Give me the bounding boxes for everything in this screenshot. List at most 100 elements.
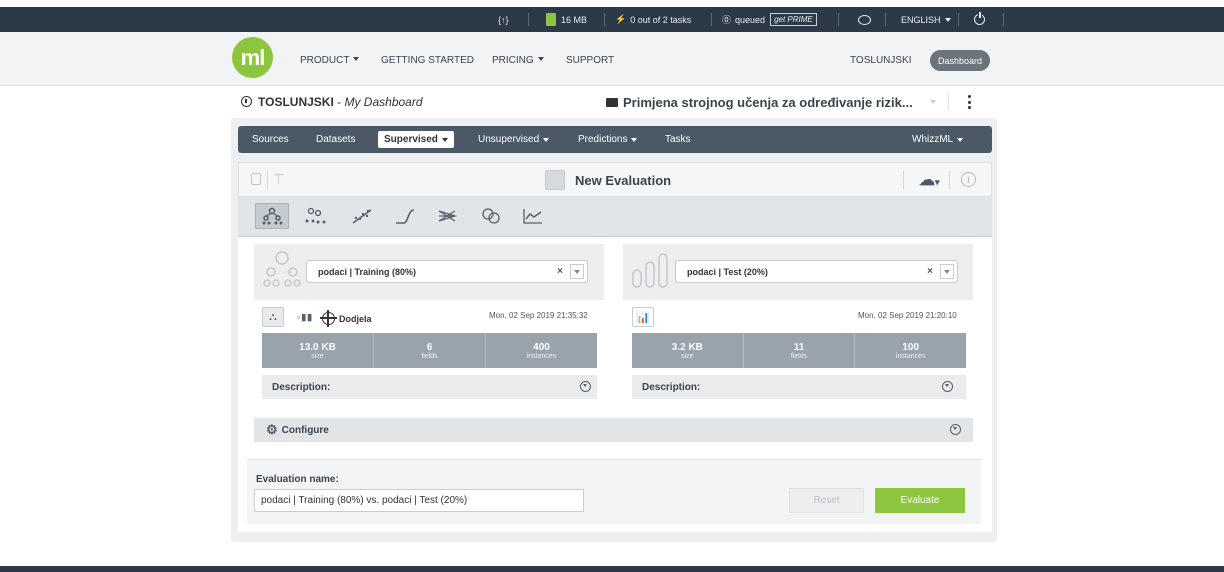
reset-button[interactable]: Reset (789, 488, 864, 513)
configure-section[interactable]: ⚙ Configure (254, 418, 973, 442)
dropdown-icon[interactable] (940, 264, 954, 279)
breadcrumb: TOSLUNJSKI - My Dashboard (241, 95, 423, 109)
bar-chart-icon[interactable]: ▫▮▮ (297, 312, 313, 323)
chevron-down-icon (543, 137, 550, 142)
license-icon (546, 13, 556, 26)
stat-fields: 11 fields (744, 333, 856, 368)
test-stats: 3.2 KB size 11 fields 100 instances (632, 333, 966, 368)
divider (885, 13, 886, 26)
folder-icon (606, 98, 618, 107)
tab-sources[interactable]: Sources (252, 126, 289, 153)
chevron-down-icon (441, 137, 448, 142)
divider (267, 171, 268, 189)
gears-icon: ⚙ (266, 422, 278, 437)
model-type-logistic-icon[interactable] (388, 203, 422, 229)
project-dropdown-icon[interactable] (930, 100, 936, 104)
evaluate-button[interactable]: Evaluate (875, 488, 965, 513)
evaluation-name-input[interactable]: podaci | Training (80%) vs. podaci | Tes… (254, 489, 584, 512)
divider (604, 13, 605, 26)
chevron-down-icon (631, 137, 638, 142)
chevron-down-icon (537, 57, 544, 61)
training-stats: 13.0 KB size 6 fields 400 instances (262, 333, 597, 368)
target-icon (320, 310, 337, 327)
page-title: New Evaluation (545, 170, 671, 190)
tab-datasets[interactable]: Datasets (316, 126, 355, 153)
nav-getting-started[interactable]: GETTING STARTED (381, 55, 474, 66)
stat-fields: 6 fields (374, 333, 486, 368)
cloud-actions-icon[interactable]: ☁▾ (919, 170, 940, 190)
tasks-indicator[interactable]: ⚡ 0 out of 2 tasks (615, 7, 691, 32)
test-date: Mon, 02 Sep 2019 21:20:10 (858, 311, 957, 320)
stat-size: 3.2 KB size (632, 333, 744, 368)
divider (958, 13, 959, 26)
account-username[interactable]: TOSLUNJSKI (850, 55, 912, 66)
training-description[interactable]: Description: (262, 375, 597, 399)
model-icon[interactable]: ⛬ (262, 307, 284, 327)
project-selector[interactable]: Primjena strojnog učenja za određivanje … (606, 95, 913, 110)
chat-button[interactable] (858, 7, 871, 32)
dataset-icon[interactable]: 📊 (632, 307, 654, 327)
divider (949, 171, 950, 189)
divider (903, 171, 904, 189)
info-icon[interactable]: i (961, 172, 976, 187)
status-bar: {↑} 16 MB ⚡ 0 out of 2 tasks ⓪ queued ge… (0, 7, 1224, 32)
tab-whizzml[interactable]: WhizzML (912, 126, 964, 153)
breadcrumb-dashboard[interactable]: My Dashboard (344, 95, 422, 109)
queue-indicator: ⓪ queued get PRIME (722, 7, 817, 32)
chevron-down-icon[interactable] (942, 381, 953, 392)
model-type-fusion-icon[interactable] (474, 203, 508, 229)
nav-product[interactable]: PRODUCT (300, 55, 360, 66)
model-type-tree-icon[interactable] (255, 203, 289, 229)
training-dataset-select[interactable]: podaci | Training (80%) × (306, 260, 588, 283)
queue-icon: ⓪ (722, 15, 732, 25)
evaluation-name-label: Evaluation name: (256, 474, 339, 485)
clear-icon[interactable]: × (557, 266, 563, 277)
language-dropdown[interactable]: ENGLISH (901, 7, 951, 32)
chevron-down-icon (353, 57, 360, 61)
stat-instances: 100 instances (895, 341, 926, 360)
chevron-down-icon (957, 137, 964, 142)
license-indicator[interactable]: 16 MB (546, 7, 587, 32)
model-type-linear-icon[interactable] (345, 203, 379, 229)
divider (948, 94, 949, 110)
user-icon (241, 96, 252, 107)
model-tree-icon[interactable]: ⊤ (273, 172, 287, 186)
tab-supervised[interactable]: Supervised (378, 131, 454, 148)
bolt-icon: ⚡ (615, 14, 627, 24)
model-type-bar (238, 197, 992, 237)
main-header: ml PRODUCT GETTING STARTED PRICING SUPPO… (0, 32, 1224, 86)
lock-icon[interactable] (251, 173, 261, 185)
divider (1003, 13, 1004, 26)
dropdown-icon[interactable] (570, 264, 584, 279)
nav-pricing[interactable]: PRICING (492, 55, 544, 66)
api-icon[interactable]: {↑} (498, 7, 509, 32)
breadcrumb-user[interactable]: TOSLUNJSKI (258, 95, 334, 109)
chevron-down-icon (944, 17, 951, 22)
logout-button[interactable] (974, 7, 985, 32)
tab-unsupervised[interactable]: Unsupervised (478, 126, 550, 153)
stat-size: 13.0 KB size (262, 333, 374, 368)
model-type-deepnet-icon[interactable] (430, 203, 464, 229)
bigml-logo[interactable]: ml (232, 37, 273, 78)
divider (838, 13, 839, 26)
power-icon (974, 12, 985, 25)
divider (528, 13, 529, 26)
test-dataset-select[interactable]: podaci | Test (20%) × (675, 260, 958, 283)
model-placeholder-icon (262, 250, 302, 288)
clear-icon[interactable]: × (927, 266, 933, 277)
test-description[interactable]: Description: (632, 375, 966, 399)
more-menu-icon[interactable] (962, 93, 976, 111)
tab-tasks[interactable]: Tasks (665, 126, 691, 153)
dashboard-button[interactable]: Dashboard (930, 50, 990, 71)
chevron-down-icon[interactable] (950, 424, 961, 435)
tab-predictions[interactable]: Predictions (578, 126, 638, 153)
model-type-ensemble-icon[interactable] (298, 203, 332, 229)
footer-bar (0, 566, 1224, 572)
resource-toolbar: ⊤ New Evaluation ☁▾ i (238, 162, 992, 197)
model-type-timeseries-icon[interactable] (516, 203, 550, 229)
stat-instances: 400 instances (526, 341, 557, 360)
get-prime-button[interactable]: get PRIME (770, 13, 817, 26)
chevron-down-icon[interactable] (580, 381, 591, 392)
objective-field: Dodjela (320, 310, 372, 327)
nav-support[interactable]: SUPPORT (566, 55, 614, 66)
